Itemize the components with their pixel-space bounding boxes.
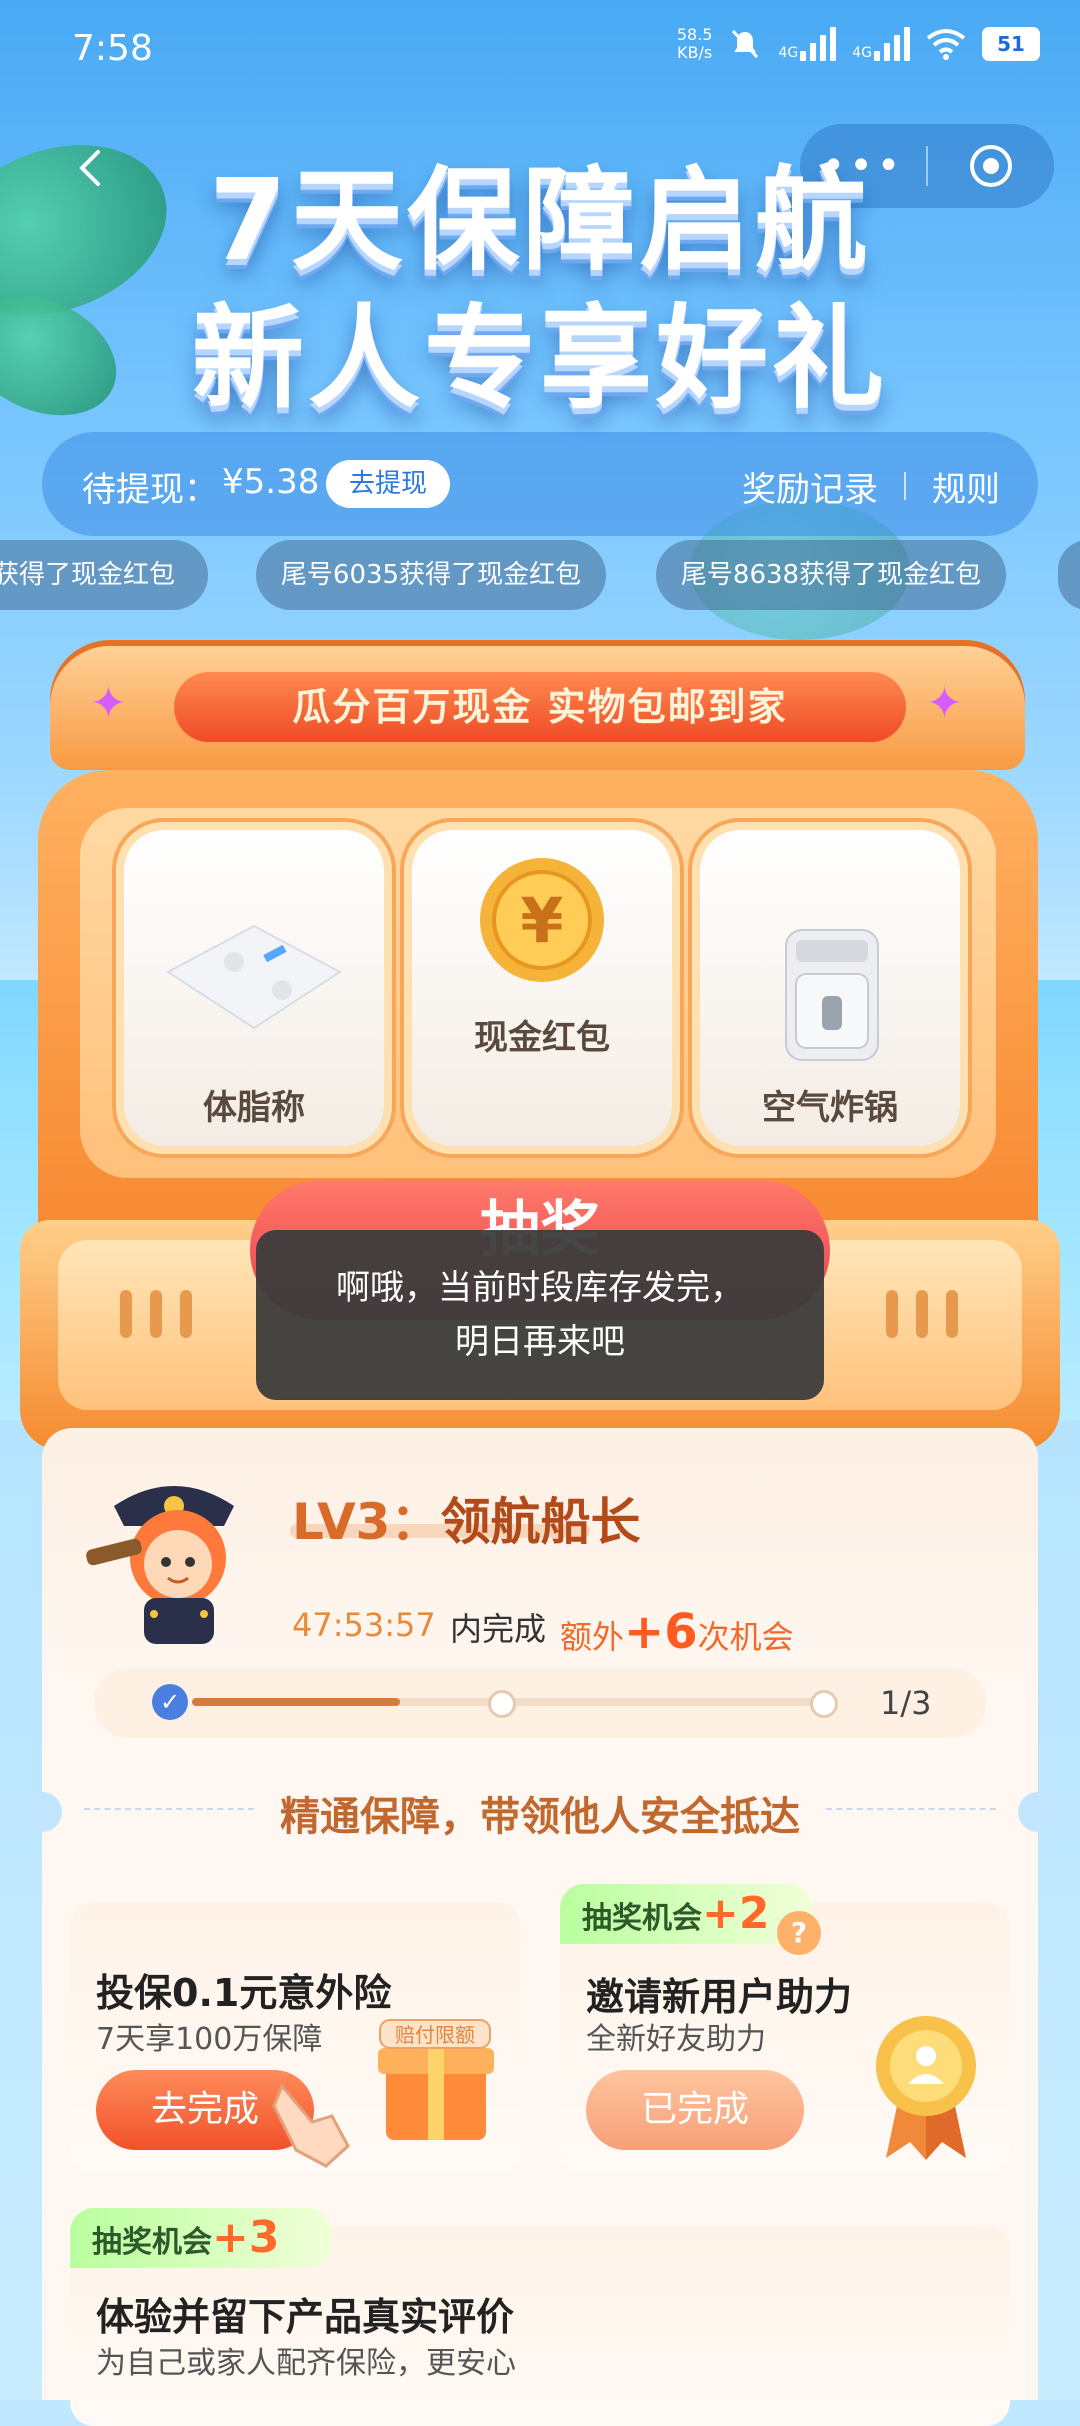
progress-node bbox=[488, 1690, 516, 1718]
task-subtitle: 7天享100万保障 bbox=[96, 2022, 323, 2057]
status-bar: 7:58 58.5 KB/s 4G 4G 51 bbox=[0, 0, 1080, 100]
hero-title-line-2: 新人专享好礼 bbox=[192, 294, 888, 424]
countdown-timer: 47:53:57 bbox=[292, 1606, 436, 1644]
prize-reel-1: 体脂称 bbox=[124, 830, 384, 1146]
gift-tag-text: 赔付限额 bbox=[395, 2023, 475, 2047]
air-fryer-icon bbox=[785, 929, 879, 1061]
cash-coin-icon: ¥ bbox=[480, 858, 604, 982]
completed-button[interactable]: 已完成 bbox=[586, 2070, 804, 2150]
net-speed: 58.5 KB/s bbox=[677, 26, 713, 62]
task-title: 体验并留下产品真实评价 bbox=[96, 2295, 515, 2339]
level-name: 领航船长 bbox=[440, 1493, 641, 1551]
cash-bar: 待提现： ¥5.38 去提现 奖励记录 规则 bbox=[42, 432, 1038, 536]
progress-count: 1/3 bbox=[880, 1684, 932, 1722]
task-subtitle: 为自己或家人配齐保险，更安心 bbox=[96, 2346, 516, 2381]
sparkle-icon: ✦ bbox=[90, 678, 127, 729]
withdraw-button[interactable]: 去提现 bbox=[326, 460, 450, 508]
signal-2-label: 4G bbox=[852, 45, 872, 61]
mute-bell-icon bbox=[732, 29, 759, 59]
slot-decoration bbox=[886, 1290, 898, 1338]
slot-decoration bbox=[946, 1290, 958, 1338]
svg-text:¥: ¥ bbox=[520, 884, 563, 957]
chance-tag-plus: +2 bbox=[702, 1888, 770, 1939]
status-icons: 58.5 KB/s 4G 4G 51 bbox=[677, 26, 1040, 62]
winner-ticker-item: 尾号6035获得了现金红包 bbox=[256, 540, 606, 610]
toast-message: 啊哦，当前时段库存发完， 明日再来吧 bbox=[256, 1230, 824, 1400]
pending-cash-label: 待提现： bbox=[82, 470, 218, 510]
net-speed-value: 58.5 bbox=[676, 25, 713, 44]
pending-cash-amount: ¥5.38 bbox=[222, 462, 320, 502]
progress-node-completed-check-icon: ✓ bbox=[152, 1684, 188, 1720]
extra-chances-count: +6 bbox=[624, 1604, 698, 1660]
level-title: LV3：领航船长 bbox=[292, 1482, 640, 1554]
status-time: 7:58 bbox=[72, 28, 153, 69]
prize-label: 空气炸锅 bbox=[762, 1088, 898, 1128]
reward-records-link[interactable]: 奖励记录 bbox=[742, 462, 878, 511]
extra-chances-text: 额外+6次机会 bbox=[560, 1604, 794, 1660]
section-title: 精通保障，带领他人安全抵达 bbox=[280, 1794, 800, 1840]
pointing-hand-icon bbox=[272, 2083, 350, 2168]
chance-tag-label: 抽奖机会 bbox=[92, 2225, 212, 2260]
task-title: 邀请新用户助力 bbox=[586, 1975, 853, 2019]
signal-bars-icon bbox=[800, 27, 837, 61]
toast-line-1: 啊哦，当前时段库存发完， bbox=[336, 1268, 744, 1308]
rules-link[interactable]: 规则 bbox=[932, 462, 1000, 511]
prize-label: 现金红包 bbox=[474, 1018, 610, 1058]
wifi-icon bbox=[926, 29, 966, 60]
winner-ticker-item: 尾号8638获得了现金红包 bbox=[656, 540, 1006, 610]
net-speed-unit: KB/s bbox=[677, 43, 713, 62]
battery-icon: 51 bbox=[982, 27, 1040, 61]
prize-reel-2: ¥ 现金红包 bbox=[412, 830, 672, 1146]
sparkle-icon: ✦ bbox=[926, 678, 963, 729]
chance-tag-label: 抽奖机会 bbox=[582, 1901, 702, 1936]
slot-machine-banner: 瓜分百万现金 实物包邮到家 bbox=[174, 672, 906, 742]
prize-label: 体脂称 bbox=[203, 1088, 305, 1128]
prize-reel-3: 空气炸锅 bbox=[700, 830, 960, 1146]
question-mark-icon: ? bbox=[777, 1911, 821, 1955]
extra-prefix: 额外 bbox=[560, 1618, 625, 1656]
body-fat-scale-icon bbox=[166, 924, 342, 1030]
gift-box-icon: 赔付限额 bbox=[378, 2019, 494, 2140]
task-subtitle: 全新好友助力 bbox=[586, 2022, 766, 2057]
winner-ticker-item: 获得了现金红包 bbox=[0, 540, 208, 610]
toast-line-2: 明日再来吧 bbox=[455, 1322, 625, 1362]
svg-text:?: ? bbox=[791, 1916, 807, 1949]
progress-node bbox=[810, 1690, 838, 1718]
slot-decoration bbox=[150, 1290, 162, 1338]
progress-bar-fill bbox=[192, 1698, 400, 1706]
medal-icon bbox=[876, 2016, 976, 2160]
signal-bars-icon bbox=[874, 27, 910, 61]
slot-decoration bbox=[120, 1290, 132, 1338]
cash-bar-divider bbox=[904, 472, 906, 500]
chance-tag-plus: +3 bbox=[212, 2212, 280, 2263]
signal-1-label: 4G bbox=[778, 45, 799, 61]
complete-within-label: 内完成 bbox=[450, 1610, 547, 1648]
slot-decoration bbox=[916, 1290, 928, 1338]
chance-tag: 抽奖机会+3 bbox=[70, 2208, 332, 2268]
captain-mascot-icon bbox=[86, 1486, 234, 1644]
extra-suffix: 次机会 bbox=[697, 1618, 794, 1656]
task-title: 投保0.1元意外险 bbox=[96, 1971, 392, 2015]
signal-2: 4G bbox=[852, 27, 910, 61]
signal-1: 4G bbox=[778, 27, 837, 61]
slot-decoration bbox=[180, 1290, 192, 1338]
level-number: LV3： bbox=[292, 1493, 441, 1551]
